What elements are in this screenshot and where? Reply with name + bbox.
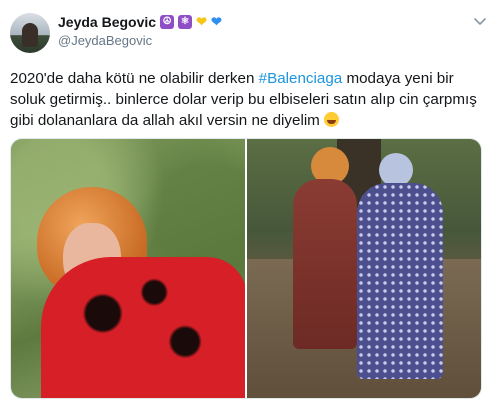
tweet-text: 2020'de daha kötü ne olabilir derken #Ba…	[10, 68, 492, 131]
peace-emoji-icon: ☮	[160, 15, 175, 29]
chevron-down-icon[interactable]	[473, 14, 487, 28]
model-one-dress	[293, 179, 357, 349]
hashtag-link[interactable]: #Balenciaga	[259, 70, 343, 87]
blue-heart-icon: ❤	[210, 14, 222, 29]
avatar[interactable]	[10, 13, 50, 53]
yellow-heart-icon: ❤	[196, 14, 207, 29]
author-handle[interactable]: @JeydaBegovic	[58, 33, 152, 48]
laughing-tears-emoji-icon	[324, 112, 340, 127]
author-name-row[interactable]: Jeyda Begovic ☮ ⚛ ❤ ❤	[58, 14, 222, 30]
photo-model-red-dress[interactable]	[11, 139, 245, 398]
photo-two-models-forest[interactable]	[247, 139, 481, 398]
avatar-figure	[22, 23, 38, 47]
media-gallery[interactable]	[10, 138, 482, 399]
red-dress	[41, 257, 245, 398]
model-two-headscarf	[379, 153, 413, 187]
model-two-dress	[357, 183, 443, 379]
atom-emoji-icon: ⚛	[178, 15, 193, 29]
tweet-text-part: 2020'de daha kötü ne olabilir derken	[10, 70, 259, 87]
author-name[interactable]: Jeyda Begovic	[58, 14, 156, 30]
